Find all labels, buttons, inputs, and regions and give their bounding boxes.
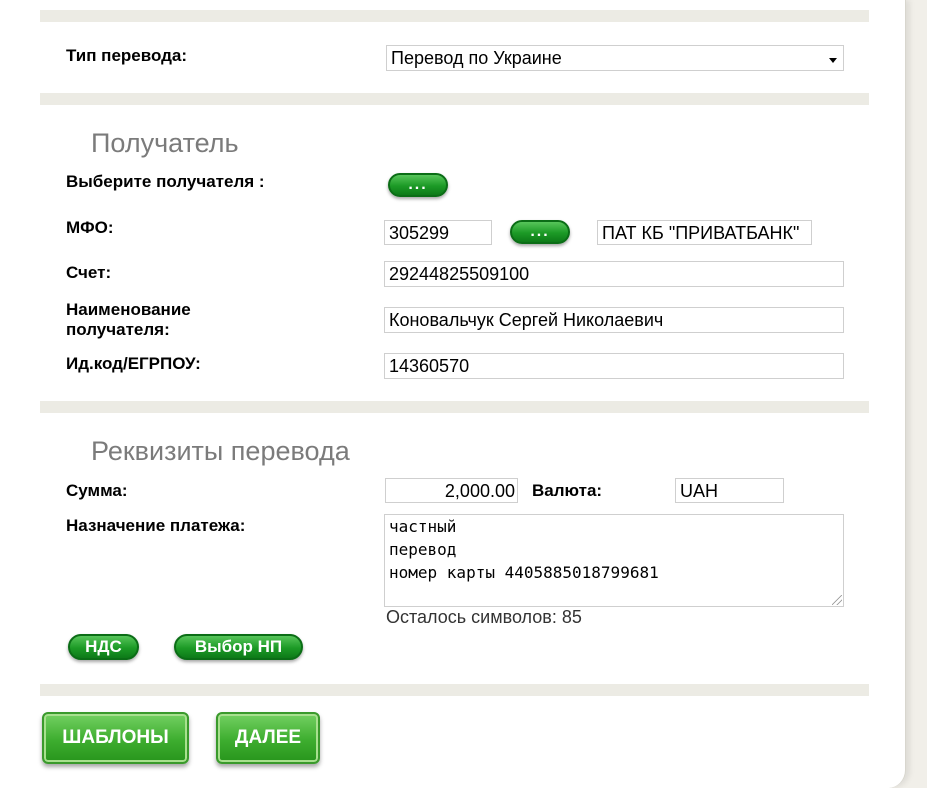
mfo-label: МФО: bbox=[66, 218, 114, 237]
recipient-section-title: Получатель bbox=[91, 128, 239, 158]
currency-field: UAH bbox=[675, 478, 784, 503]
recipient-name-label-line1: Наименование bbox=[66, 300, 191, 319]
currency-label: Валюта: bbox=[532, 481, 603, 500]
tax-selection-button[interactable]: Выбор НП bbox=[174, 634, 303, 660]
section-divider bbox=[40, 401, 869, 413]
payment-purpose-textarea[interactable]: частный перевод номер карты 440588501879… bbox=[384, 514, 844, 607]
section-divider bbox=[40, 10, 869, 22]
details-section-title: Реквизиты перевода bbox=[91, 436, 350, 466]
templates-button[interactable]: ШАБЛОНЫ bbox=[42, 712, 189, 764]
id-code-input[interactable]: 14360570 bbox=[384, 353, 844, 379]
recipient-name-label-line2: получателя: bbox=[66, 320, 170, 339]
id-code-label: Ид.код/ЕГРПОУ: bbox=[66, 354, 201, 373]
amount-label: Сумма: bbox=[66, 481, 128, 500]
account-input[interactable]: 29244825509100 bbox=[384, 261, 844, 287]
choose-recipient-label: Выберите получателя : bbox=[66, 172, 265, 191]
bank-name-field: ПАТ КБ "ПРИВАТБАНК" bbox=[597, 220, 812, 245]
next-button[interactable]: ДАЛЕЕ bbox=[216, 712, 320, 764]
chevron-down-icon bbox=[829, 58, 837, 63]
mfo-lookup-button[interactable]: ... bbox=[510, 220, 570, 244]
payment-purpose-label: Назначение платежа: bbox=[66, 516, 246, 535]
recipient-name-input[interactable]: Коновальчук Сергей Николаевич bbox=[384, 307, 844, 333]
transfer-type-value: Перевод по Украине bbox=[391, 48, 562, 68]
amount-input[interactable]: 2,000.00 bbox=[385, 478, 518, 503]
account-label: Счет: bbox=[66, 263, 112, 282]
transfer-type-select[interactable]: Перевод по Украине bbox=[386, 45, 844, 71]
vat-button[interactable]: НДС bbox=[68, 634, 139, 660]
chars-left-counter: Осталось символов: 85 bbox=[386, 607, 582, 627]
form-panel: Тип перевода: Перевод по Украине Получат… bbox=[0, 0, 906, 788]
resize-handle-icon[interactable] bbox=[832, 595, 842, 605]
section-divider bbox=[40, 684, 869, 696]
transfer-type-label: Тип перевода: bbox=[66, 46, 188, 65]
mfo-input[interactable]: 305299 bbox=[384, 220, 492, 245]
choose-recipient-button[interactable]: ... bbox=[388, 173, 448, 197]
section-divider bbox=[40, 93, 869, 105]
